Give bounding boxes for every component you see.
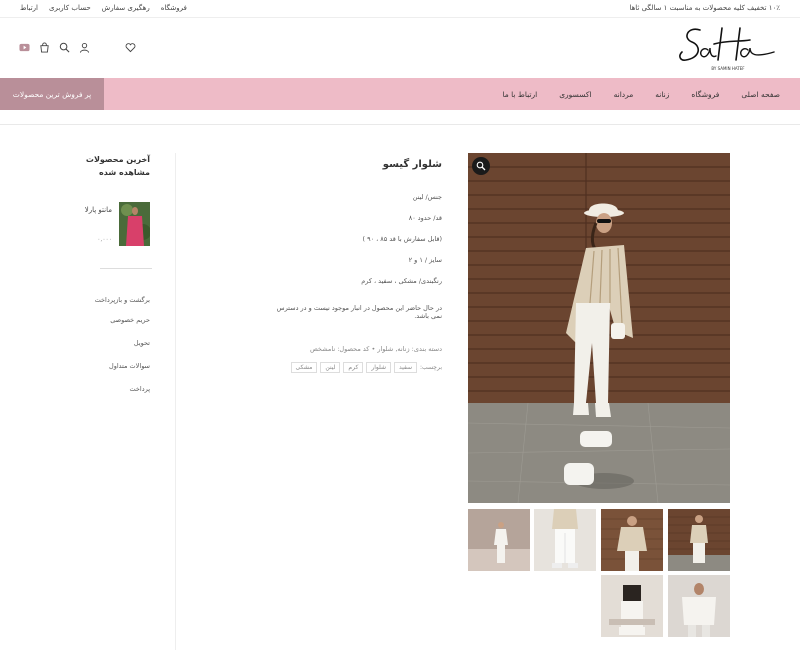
header-divider [0, 124, 800, 125]
recently-viewed-title: آخرین محصولات مشاهده شده [85, 155, 150, 177]
recent-product-price: ۰,۰۰۰ [97, 236, 112, 243]
recent-product-name[interactable]: مانتو پارلا [82, 203, 112, 217]
youtube-icon[interactable] [18, 41, 30, 53]
top-link-contact[interactable]: ارتباط [20, 4, 38, 12]
sidebar-links: برگشت و بازپرداخت حریم خصوصی تحویل سوالا… [90, 294, 150, 393]
tag-link[interactable]: سفید [394, 362, 418, 373]
product-detail-line: جنس/ لینن [412, 193, 442, 201]
header-icons [18, 41, 136, 53]
search-icon[interactable] [58, 41, 70, 53]
main-nav: پر فروش ترین محصولات صفحه اصلی فروشگاه ز… [0, 78, 800, 110]
product-thumbnail[interactable] [601, 575, 663, 637]
product-description: جنس/ لینن قد/ حدود ۸۰ (قابل سفارش با قد … [272, 193, 442, 320]
nav-item-contact[interactable]: ارتباط با ما [502, 90, 537, 99]
tag-link[interactable]: لینن [320, 362, 341, 373]
best-sellers-button[interactable]: پر فروش ترین محصولات [0, 78, 104, 110]
zoom-button[interactable] [472, 157, 490, 175]
product-detail-line: سایز / ۱ و ۲ [408, 256, 442, 264]
product-tags: برچسب: سفید شلوار کرم لینن مشکی [290, 362, 442, 373]
product-detail-line: قد/ حدود ۸۰ [408, 214, 442, 222]
tag-link[interactable]: شلوار [366, 362, 391, 373]
product-detail-line: رنگبندی/ مشکی ، سفید ، کرم [361, 277, 442, 285]
product-thumbnail[interactable] [534, 509, 596, 571]
top-link-shop[interactable]: فروشگاه [161, 4, 187, 12]
top-links: فروشگاه رهگیری سفارش حساب کاربری ارتباط [20, 4, 187, 12]
product-thumbnail[interactable] [668, 575, 730, 637]
product-detail-line: (قابل سفارش با قد ۸۵ ، ۹۰ ) [362, 235, 442, 243]
sidebar-link-faq[interactable]: سوالات متداول [90, 362, 150, 370]
nav-item-shop[interactable]: فروشگاه [691, 90, 719, 99]
cart-icon[interactable] [38, 41, 50, 53]
top-bar: ۱۰٪ تخفیف کلیه محصولات به مناسبت ۱ سالگی… [0, 0, 800, 18]
sidebar-link-returns[interactable]: برگشت و بازپرداخت [90, 294, 150, 307]
nav-item-men[interactable]: مردانه [614, 90, 634, 99]
product-meta: دسته بندی: زنانه, شلوار • کد محصول: نامش… [309, 345, 442, 353]
nav-menu: صفحه اصلی فروشگاه زنانه مردانه اکسسوری ا… [502, 78, 780, 110]
sidebar-link-delivery[interactable]: تحویل [90, 339, 150, 347]
nav-item-accessories[interactable]: اکسسوری [559, 90, 591, 99]
logo-subtitle: BY SAMIN HATEF [711, 66, 745, 71]
tag-link[interactable]: مشکی [290, 362, 318, 373]
brand-logo[interactable]: BY SAMIN HATEF [678, 22, 778, 74]
header: BY SAMIN HATEF [0, 18, 800, 78]
sidebar-link-payment[interactable]: پرداخت [90, 385, 151, 393]
zoom-icon [476, 161, 486, 171]
tags-label: برچسب: [420, 364, 442, 371]
nav-item-home[interactable]: صفحه اصلی [741, 90, 780, 99]
recent-product-image[interactable] [119, 202, 150, 246]
product-thumbnail[interactable] [668, 509, 730, 571]
tag-link[interactable]: کرم [343, 362, 364, 373]
promo-text: ۱۰٪ تخفیف کلیه محصولات به مناسبت ۱ سالگی… [629, 4, 780, 12]
user-icon[interactable] [78, 41, 90, 53]
sidebar-link-privacy[interactable]: حریم خصوصی [90, 316, 150, 324]
stock-status-note: در حال حاضر این محصول در انبار موجود نیس… [276, 304, 442, 320]
heart-icon[interactable] [124, 41, 136, 53]
top-link-account[interactable]: حساب کاربری [49, 4, 91, 12]
product-thumbnail[interactable] [468, 509, 530, 571]
nav-item-women[interactable]: زنانه [655, 90, 669, 99]
product-thumbnail[interactable] [601, 509, 663, 571]
sidebar-separator [100, 268, 152, 269]
product-main-image[interactable] [468, 153, 730, 503]
top-link-order-tracking[interactable]: رهگیری سفارش [102, 4, 150, 12]
sidebar-divider [175, 153, 176, 650]
product-title: شلوار گیسو [382, 159, 442, 170]
